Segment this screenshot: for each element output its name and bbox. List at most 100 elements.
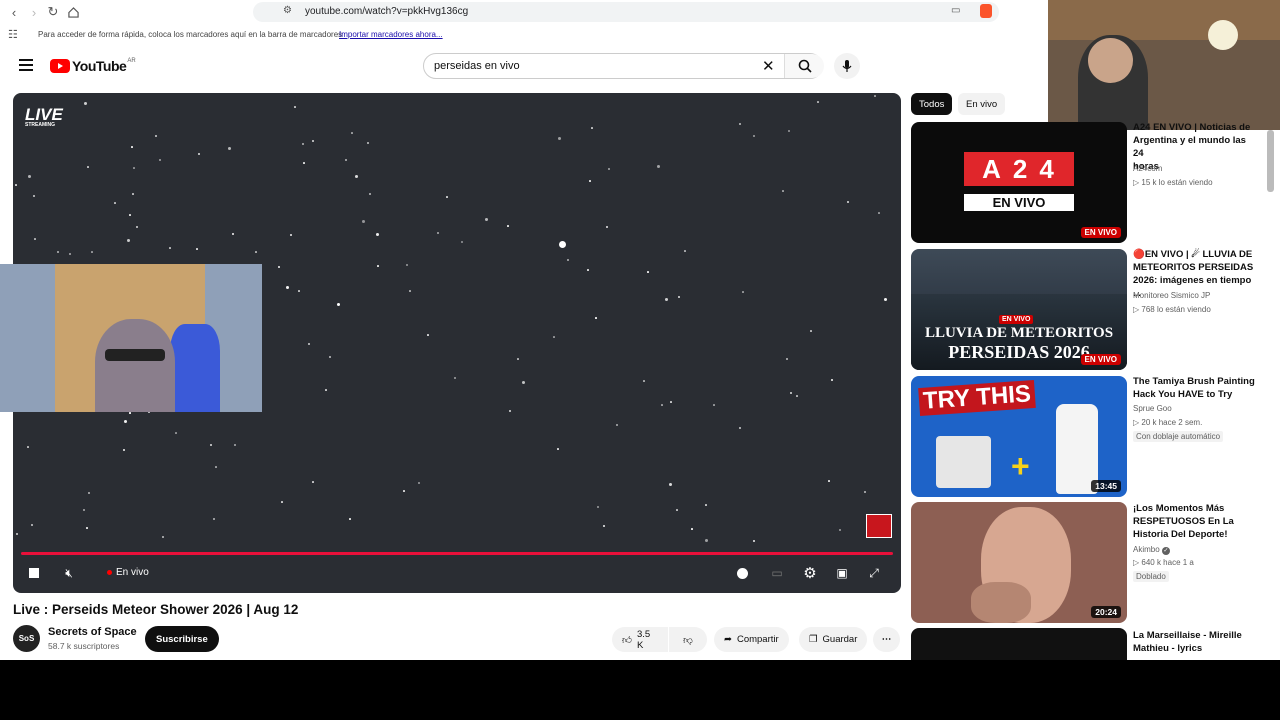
screen: ‹ › ↻ ⚙ youtube.com/watch?v=pkkHvg136cg … [0,0,1280,660]
auto-dub-badge: Con doblaje automático [1133,431,1224,442]
thumbs-down-icon: 👎︎ [683,634,693,646]
apps-icon[interactable]: ☷ [8,28,18,41]
more-actions-button[interactable]: ⋯ [873,627,900,652]
pause-toggle-icon [736,567,748,579]
stop-button[interactable] [22,561,46,585]
thumb-try-this: TRY THIS [918,379,1036,417]
site-settings-icon[interactable]: ⚙ [283,5,292,16]
star [810,330,812,332]
related-channel[interactable]: A24com [1133,164,1162,173]
address-bar[interactable]: ⚙ youtube.com/watch?v=pkkHvg136cg ▭ [253,2,999,22]
voice-search-button[interactable] [834,53,860,79]
related-title[interactable]: The Tamiya Brush Painting Hack You HAVE t… [1133,375,1258,401]
star [294,106,296,108]
share-button[interactable]: ➦ Compartir [714,627,789,652]
live-indicator[interactable]: En vivo [107,567,149,578]
star [33,195,35,197]
import-bookmarks-link[interactable]: Importar marcadores ahora... [339,30,443,39]
star [567,259,569,261]
autoplay-toggle[interactable] [730,561,754,585]
home-icon[interactable] [65,4,81,20]
related-title[interactable]: La Marseillaise - Mireille Mathieu - lyri… [1133,629,1258,655]
star [553,336,555,338]
reload-icon[interactable]: ↻ [45,4,61,20]
forward-icon[interactable]: › [26,4,42,20]
star [753,135,755,137]
video-title: Live : Perseids Meteor Shower 2026 | Aug… [13,602,299,617]
star [678,296,680,298]
youtube-logo[interactable]: YouTube AR [50,58,136,74]
star [16,533,18,535]
logo-text: YouTube [72,58,127,74]
thumbnail[interactable]: A24 EN VIVO EN VIVO [911,122,1127,243]
star [403,490,405,492]
brave-shield-icon[interactable] [980,4,992,18]
duration: 20:24 [1091,606,1121,618]
live-badge: EN VIVO [1080,354,1121,365]
chip-en-vivo[interactable]: En vivo [958,93,1006,115]
search-button[interactable] [784,54,824,78]
related-channel[interactable]: Sprue Goo [1133,404,1172,413]
subscriber-count: 58.7 k suscriptores [48,641,120,651]
thumbnail[interactable]: EN VIVO LLUVIA DE METEORITOS PERSEIDAS 2… [911,249,1127,370]
like-button[interactable]: 👍︎ 3.5 K [612,627,668,652]
progress-bar[interactable] [21,552,893,555]
star [705,504,707,506]
verified-icon: ✓ [1161,547,1170,555]
subscribe-button[interactable]: Suscribirse [145,626,219,652]
star [665,298,668,301]
search-input[interactable] [434,60,734,72]
star [213,518,215,520]
star [34,238,36,240]
clear-search-icon[interactable]: ✕ [762,57,775,75]
mute-button[interactable]: 🔇︎ [57,561,81,585]
chip-todos[interactable]: Todos [911,93,953,115]
related-channel[interactable]: Monitoreo Sismico JP [1133,291,1210,300]
star [215,466,217,468]
theater-mode-button[interactable]: ▣ [830,561,854,585]
star [198,153,200,155]
star [15,184,17,186]
channel-name[interactable]: Secrets of Space [48,626,137,638]
star [376,233,379,236]
star [831,379,833,381]
related-meta: ▷ 768 lo están viendo [1133,305,1211,314]
star [155,135,157,137]
related-channel[interactable]: Akimbo ✓ [1133,545,1170,555]
back-icon[interactable]: ‹ [6,4,22,20]
live-streaming-logo: LIVE STREAMING [25,105,63,128]
star [864,491,866,493]
dislike-button[interactable]: 👎︎ [669,627,707,652]
star [753,540,755,542]
thumb-live-chip: EN VIVO [999,315,1034,324]
star [129,214,131,216]
related-title[interactable]: ¡Los Momentos Más RESPETUOSOS En La Histor… [1133,502,1258,541]
url-text: youtube.com/watch?v=pkkHvg136cg [305,6,469,17]
star [132,193,134,195]
page-scrollbar[interactable] [1267,130,1274,192]
star [228,147,231,150]
search-box: ✕ [423,53,824,79]
thumbnail[interactable]: 20:24 [911,502,1127,623]
star [557,448,559,450]
subscribe-watermark[interactable] [866,514,892,538]
channel-avatar[interactable]: SoS [13,625,40,652]
star [647,271,649,273]
star [418,482,420,484]
thumbnail[interactable] [911,628,1127,660]
share-icon: ➦ [724,634,732,645]
face-right [1088,38,1133,83]
thumbnail[interactable]: TRY THIS + 13:45 [911,376,1127,497]
star [129,412,131,414]
star [131,146,133,148]
menu-icon[interactable] [19,59,33,71]
fullscreen-button[interactable]: ⤢ [862,561,886,585]
subtitles-button[interactable]: ▭ [765,561,789,585]
like-count: 3.5 K [636,628,651,651]
player-controls: 🔇︎ En vivo ▭ ⚙ ▣ ⤢ [13,561,901,593]
settings-button[interactable]: ⚙ [798,561,822,585]
save-button[interactable]: ❐ Guardar [799,627,868,652]
star [255,251,257,253]
cast-icon[interactable]: ▭ [951,5,960,16]
star [325,389,327,391]
